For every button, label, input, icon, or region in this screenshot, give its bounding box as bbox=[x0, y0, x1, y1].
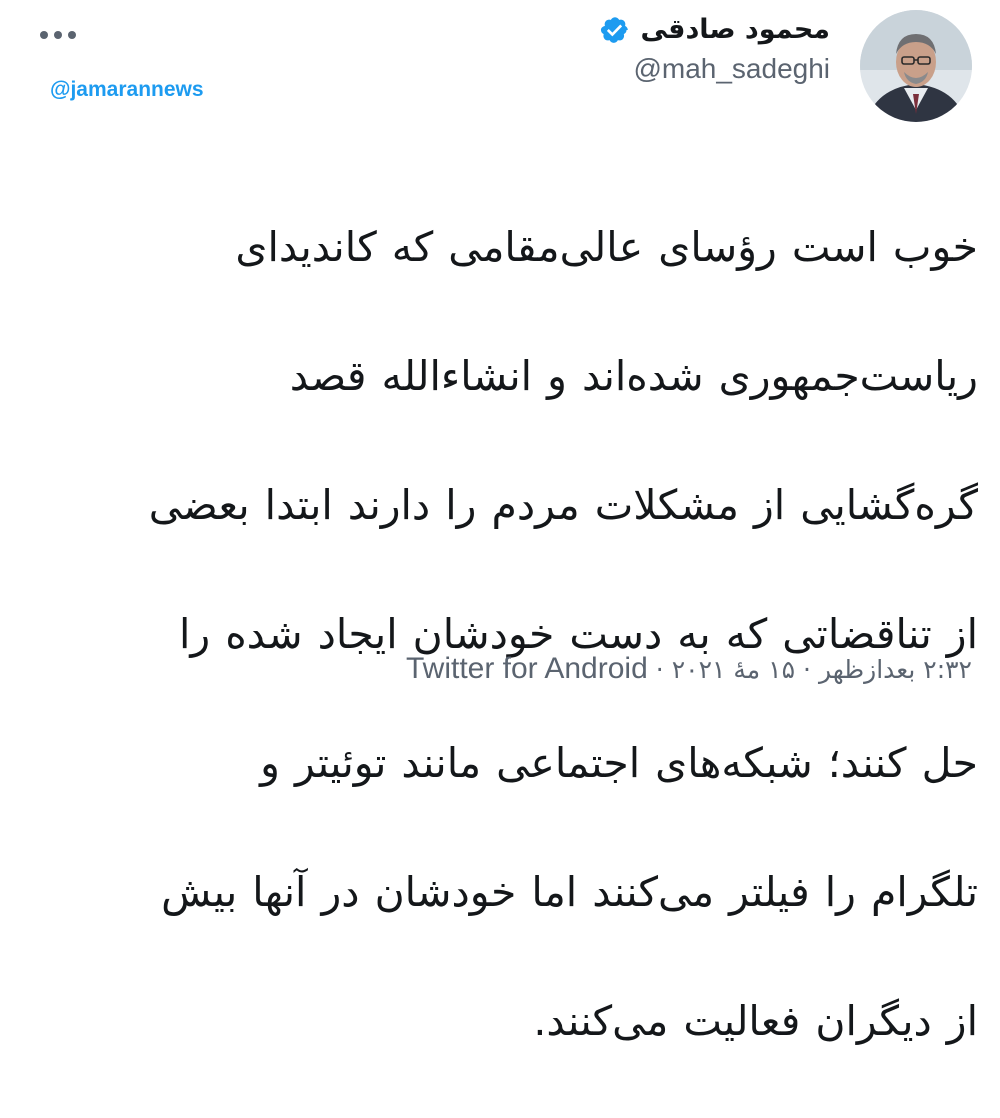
avatar[interactable] bbox=[860, 10, 972, 122]
more-options-icon[interactable] bbox=[40, 28, 84, 42]
meta-separator: · bbox=[655, 654, 664, 684]
tweet-text-line: گره‌گشایی از مشکلات مردم را دارند ابتدا … bbox=[148, 480, 978, 529]
watermark-handle: @jamarannews bbox=[50, 78, 204, 101]
tweet-card: @jamarannews محمود صادقی @mah_sadeghi خو… bbox=[0, 0, 1000, 1045]
author-display-name[interactable]: محمود صادقی bbox=[640, 14, 830, 45]
tweet-source[interactable]: Twitter for Android bbox=[406, 652, 648, 686]
tweet-text-line: خوب است رؤسای عالی‌مقامی که کاندیدای bbox=[235, 222, 978, 271]
tweet-meta: ۲:۳۲ بعدازظهر · ۱۵ مهٔ ۲۰۲۱ · Twitter fo… bbox=[406, 652, 972, 686]
tweet-text-line: از دیگران فعالیت می‌کنند. bbox=[533, 996, 978, 1045]
avatar-photo bbox=[860, 10, 972, 122]
tweet-text: خوب است رؤسای عالی‌مقامی که کاندیدای ریا… bbox=[60, 150, 978, 1118]
tweet-text-line: ریاست‌جمهوری شده‌اند و انشاءالله قصد bbox=[289, 351, 978, 400]
author-name-row: محمود صادقی bbox=[600, 14, 830, 45]
dot bbox=[68, 31, 76, 39]
verified-badge-icon bbox=[601, 16, 629, 43]
dot bbox=[54, 31, 62, 39]
tweet-text-line: حل کنند؛ شبکه‌های اجتماعی مانند توئیتر و bbox=[260, 738, 978, 787]
dot bbox=[40, 31, 48, 39]
tweet-text-line: تلگرام را فیلتر می‌کنند اما خودشان در آن… bbox=[161, 867, 978, 916]
author-block: محمود صادقی @mah_sadeghi bbox=[600, 14, 830, 85]
author-handle[interactable]: @mah_sadeghi bbox=[600, 53, 830, 85]
tweet-date[interactable]: ۱۵ مهٔ ۲۰۲۱ bbox=[672, 655, 795, 684]
tweet-time[interactable]: ۲:۳۲ بعدازظهر bbox=[819, 655, 972, 684]
meta-separator: · bbox=[803, 654, 811, 684]
